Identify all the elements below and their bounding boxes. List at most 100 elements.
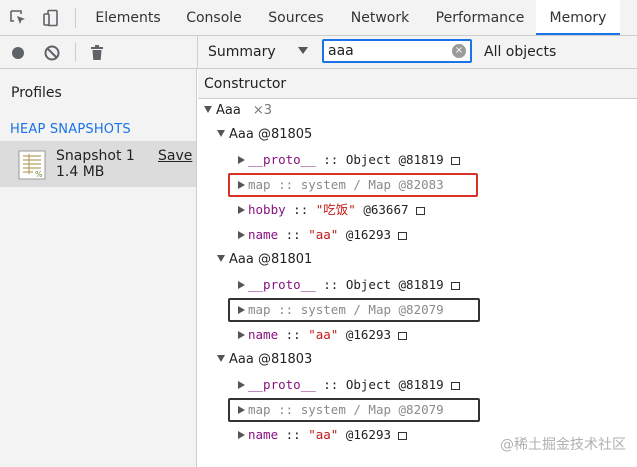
property-key: name xyxy=(248,227,279,242)
property-key: __proto__ xyxy=(248,377,316,392)
expand-triangle-icon[interactable] xyxy=(217,255,225,262)
object-id: @81819 xyxy=(391,277,444,292)
expand-triangle-icon[interactable] xyxy=(204,106,212,113)
property-row[interactable]: name :: "aa" @16293 xyxy=(238,225,408,245)
property-value: "aa" xyxy=(308,327,339,342)
expand-triangle-icon[interactable] xyxy=(238,431,245,439)
property-key: hobby xyxy=(248,202,286,217)
expand-triangle-icon[interactable] xyxy=(217,355,225,362)
class-filter-field[interactable]: × xyxy=(322,39,472,63)
property-separator: :: xyxy=(278,227,309,242)
property-key: __proto__ xyxy=(248,152,316,167)
reveal-in-summary-icon[interactable] xyxy=(450,282,460,290)
property-value: "aa" xyxy=(308,227,339,242)
devtools-tab-bar: Elements Console Sources Network Perform… xyxy=(0,0,637,36)
toolbar-divider xyxy=(75,42,76,62)
property-value: "吃饭" xyxy=(315,202,356,217)
property-separator: :: xyxy=(315,377,346,392)
snapshot-size: 1.4 MB xyxy=(56,164,105,180)
column-header-label: Constructor xyxy=(204,76,287,92)
expand-triangle-icon[interactable] xyxy=(238,281,245,289)
map-highlight-box xyxy=(228,298,480,322)
group-count: ×3 xyxy=(252,103,272,118)
instance-row[interactable]: Aaa @81801 xyxy=(217,250,312,270)
device-toolbar-icon[interactable] xyxy=(42,9,60,27)
view-select[interactable]: Summary xyxy=(208,44,276,60)
reveal-in-summary-icon[interactable] xyxy=(450,382,460,390)
property-key: name xyxy=(248,327,279,342)
property-separator: :: xyxy=(278,427,309,442)
heap-table: Constructor Aaa ×3Aaa @81805__proto__ :: … xyxy=(198,69,637,467)
trash-icon[interactable] xyxy=(88,44,106,62)
object-id: @16293 xyxy=(338,327,392,342)
tab-elements[interactable]: Elements xyxy=(86,0,170,35)
instance-label: Aaa @81805 xyxy=(229,127,313,142)
chevron-down-icon[interactable] xyxy=(298,47,308,54)
property-row[interactable]: name :: "aa" @16293 xyxy=(238,325,408,345)
property-separator: :: xyxy=(285,202,316,217)
property-value: "aa" xyxy=(308,427,339,442)
tab-performance[interactable]: Performance xyxy=(428,0,532,35)
tab-sources[interactable]: Sources xyxy=(260,0,332,35)
property-separator: :: xyxy=(315,152,346,167)
expand-triangle-icon[interactable] xyxy=(238,206,245,214)
object-id: @16293 xyxy=(338,227,392,242)
snapshot-name: Snapshot 1 xyxy=(56,148,135,164)
group-row[interactable]: Aaa ×3 xyxy=(204,101,272,121)
property-row[interactable]: __proto__ :: Object @81819 xyxy=(238,275,460,295)
object-id: @81819 xyxy=(391,152,444,167)
heap-toolbar: Summary × All objects xyxy=(197,36,637,69)
expand-triangle-icon[interactable] xyxy=(238,156,245,164)
property-row[interactable]: __proto__ :: Object @81819 xyxy=(238,375,460,395)
snapshot-item[interactable]: % Snapshot 1 1.4 MB Save xyxy=(0,141,196,187)
property-separator: :: xyxy=(315,277,346,292)
map-highlight-box xyxy=(228,398,480,422)
clear-all-icon[interactable] xyxy=(43,44,61,62)
reveal-in-summary-icon[interactable] xyxy=(415,207,425,215)
object-id: @16293 xyxy=(338,427,392,442)
column-header-constructor[interactable]: Constructor xyxy=(198,69,637,99)
group-name: Aaa xyxy=(216,103,241,118)
expand-triangle-icon[interactable] xyxy=(238,231,245,239)
tab-network[interactable]: Network xyxy=(342,0,418,35)
property-row[interactable]: name :: "aa" @16293 xyxy=(238,425,408,445)
record-icon[interactable] xyxy=(9,44,27,62)
toolbar-divider xyxy=(75,8,76,28)
property-value: Object xyxy=(345,377,391,392)
expand-triangle-icon[interactable] xyxy=(238,331,245,339)
property-key: name xyxy=(248,427,279,442)
instance-label: Aaa @81803 xyxy=(229,352,313,367)
property-row[interactable]: __proto__ :: Object @81819 xyxy=(238,150,460,170)
instance-row[interactable]: Aaa @81803 xyxy=(217,350,312,370)
property-value: Object xyxy=(345,152,391,167)
reveal-in-summary-icon[interactable] xyxy=(398,432,408,440)
tab-console[interactable]: Console xyxy=(178,0,250,35)
svg-text:%: % xyxy=(35,170,43,179)
reveal-in-summary-icon[interactable] xyxy=(398,332,408,340)
property-separator: :: xyxy=(278,327,309,342)
expand-triangle-icon[interactable] xyxy=(238,381,245,389)
profiles-sidebar: Profiles HEAP SNAPSHOTS % Snapshot 1 1.4… xyxy=(0,69,197,467)
tab-memory[interactable]: Memory xyxy=(536,0,620,35)
reveal-in-summary-icon[interactable] xyxy=(398,232,408,240)
watermark: @稀土掘金技术社区 xyxy=(500,437,626,453)
snapshot-icon: % xyxy=(18,150,46,180)
class-filter-input[interactable] xyxy=(328,43,448,59)
clear-filter-icon[interactable]: × xyxy=(452,44,466,58)
instance-row[interactable]: Aaa @81805 xyxy=(217,125,312,145)
instance-label: Aaa @81801 xyxy=(229,252,313,267)
reveal-in-summary-icon[interactable] xyxy=(450,157,460,165)
property-row[interactable]: hobby :: "吃饭" @63667 xyxy=(238,200,425,220)
property-value: Object xyxy=(345,277,391,292)
save-snapshot-link[interactable]: Save xyxy=(158,148,192,164)
object-id: @63667 xyxy=(355,202,409,217)
map-highlight-box xyxy=(228,173,478,197)
property-key: __proto__ xyxy=(248,277,316,292)
object-id: @81819 xyxy=(391,377,444,392)
objects-select[interactable]: All objects xyxy=(484,44,556,60)
expand-triangle-icon[interactable] xyxy=(217,130,225,137)
profiler-actions xyxy=(0,36,197,69)
profiles-heading[interactable]: Profiles xyxy=(11,85,62,101)
inspect-element-icon[interactable] xyxy=(9,9,27,27)
heap-snapshots-section-label: HEAP SNAPSHOTS xyxy=(10,122,131,137)
